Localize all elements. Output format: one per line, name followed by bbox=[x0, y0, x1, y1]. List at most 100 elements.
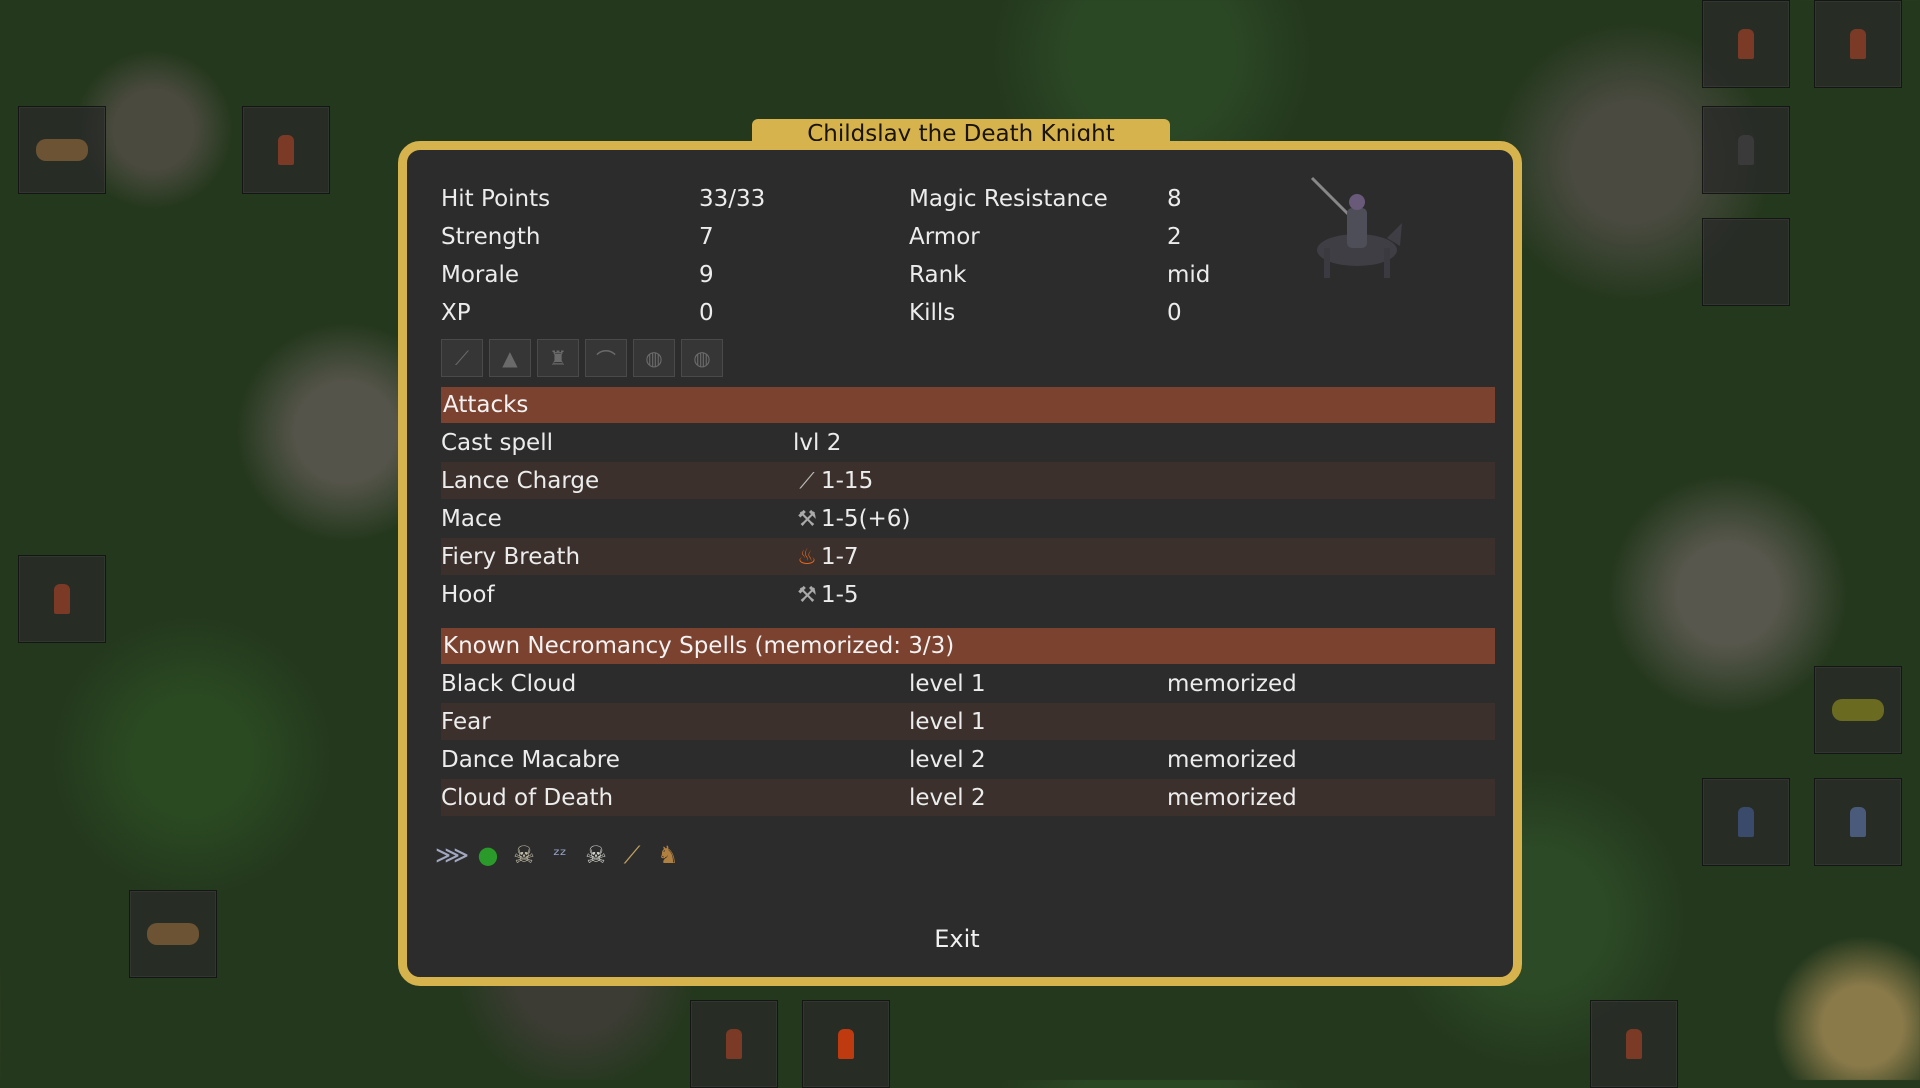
map-unit-tile[interactable] bbox=[1702, 106, 1790, 194]
spells-header-label: Known Necromancy Spells (memorized: 3/3) bbox=[443, 633, 955, 659]
map-unit-tile[interactable] bbox=[1814, 666, 1902, 754]
hit-points-value: 33/33 bbox=[699, 185, 766, 212]
attack-row[interactable]: Hoof ⚒ 1-5 bbox=[441, 576, 1495, 613]
map-unit-tile[interactable] bbox=[1814, 0, 1902, 88]
magic-resistance-label: Magic Resistance bbox=[909, 185, 1108, 212]
map-unit-tile[interactable] bbox=[802, 1000, 890, 1088]
attack-value-group: ⟋ 1-15 bbox=[793, 468, 873, 494]
attack-value-group: ♨ 1-7 bbox=[793, 543, 859, 570]
sleep-icon[interactable]: ᶻᶻ bbox=[545, 837, 575, 873]
spell-status: memorized bbox=[1167, 746, 1297, 773]
attack-value-group: ⚒ 1-5 bbox=[793, 581, 859, 608]
fire-icon: ♨ bbox=[797, 544, 817, 570]
strength-label: Strength bbox=[441, 223, 541, 250]
map-unit-tile[interactable] bbox=[1702, 0, 1790, 88]
exit-button[interactable]: Exit bbox=[907, 920, 1007, 958]
kills-value: 0 bbox=[1167, 299, 1182, 326]
spell-row[interactable]: Cloud of Death level 2 memorized bbox=[441, 779, 1495, 816]
spell-status: memorized bbox=[1167, 670, 1297, 697]
poison-drop-icon[interactable]: ● bbox=[473, 837, 503, 873]
map-unit-tile[interactable] bbox=[242, 106, 330, 194]
attack-name: Mace bbox=[441, 505, 502, 532]
soldier-unit-icon bbox=[1738, 29, 1754, 59]
boots-slot-icon[interactable]: ⌒ bbox=[585, 339, 627, 377]
armor-value: 2 bbox=[1167, 223, 1182, 250]
spell-row[interactable]: Black Cloud level 1 memorized bbox=[441, 665, 1495, 702]
attack-value: 1-7 bbox=[821, 543, 859, 570]
map-unit-tile[interactable] bbox=[1702, 778, 1790, 866]
soldier-unit-icon bbox=[278, 135, 294, 165]
map-unit-tile[interactable] bbox=[18, 555, 106, 643]
sword-slot-icon[interactable]: ⟋ bbox=[441, 339, 483, 377]
amulet-slot-icon[interactable]: ◍ bbox=[681, 339, 723, 377]
undead-skull-icon[interactable]: ☠ bbox=[581, 837, 611, 873]
soldier-unit-icon bbox=[726, 1029, 742, 1059]
attack-row[interactable]: Mace ⚒ 1-5(+6) bbox=[441, 500, 1495, 537]
spells-header: Known Necromancy Spells (memorized: 3/3) bbox=[441, 628, 1495, 664]
spell-name: Fear bbox=[441, 708, 491, 735]
attack-value: 1-5(+6) bbox=[821, 505, 911, 532]
kills-label: Kills bbox=[909, 299, 956, 326]
rank-label: Rank bbox=[909, 261, 967, 288]
spell-level: level 2 bbox=[909, 746, 986, 773]
attack-row[interactable]: Lance Charge ⟋ 1-15 bbox=[441, 462, 1495, 499]
attack-value: lvl 2 bbox=[793, 429, 842, 456]
horse-icon[interactable]: ♞ bbox=[653, 837, 683, 873]
attack-name: Lance Charge bbox=[441, 467, 600, 494]
attacks-header: Attacks bbox=[441, 387, 1495, 423]
rank-value: mid bbox=[1167, 261, 1211, 288]
attack-value: 1-15 bbox=[821, 467, 874, 494]
armor-label: Armor bbox=[909, 223, 980, 250]
spell-name: Dance Macabre bbox=[441, 746, 620, 773]
spell-name: Black Cloud bbox=[441, 670, 577, 697]
wings-icon[interactable]: ⋙ bbox=[435, 837, 469, 873]
attack-name: Hoof bbox=[441, 581, 495, 608]
helmet-slot-icon[interactable]: ▲ bbox=[489, 339, 531, 377]
map-unit-tile[interactable] bbox=[18, 106, 106, 194]
soldier-unit-icon bbox=[1850, 29, 1866, 59]
spell-level: level 2 bbox=[909, 784, 986, 811]
spell-row[interactable]: Fear level 1 bbox=[441, 703, 1495, 740]
knight-unit-icon bbox=[1738, 807, 1754, 837]
attack-row[interactable]: Fiery Breath ♨ 1-7 bbox=[441, 538, 1495, 575]
spell-row[interactable]: Dance Macabre level 2 memorized bbox=[441, 741, 1495, 778]
morale-label: Morale bbox=[441, 261, 520, 288]
spell-status: memorized bbox=[1167, 784, 1297, 811]
attack-name: Fiery Breath bbox=[441, 543, 581, 570]
soldier-unit-icon bbox=[1626, 1029, 1642, 1059]
beast-unit-icon bbox=[1832, 699, 1884, 721]
map-unit-tile[interactable] bbox=[1590, 1000, 1678, 1088]
attack-value-group: ⚒ 1-5(+6) bbox=[793, 506, 910, 532]
fire-unit-icon bbox=[838, 1029, 854, 1059]
attack-name: Cast spell bbox=[441, 429, 553, 456]
deer-unit-icon bbox=[147, 923, 199, 945]
morale-value: 9 bbox=[699, 261, 714, 288]
death-knight-portrait bbox=[1310, 176, 1402, 278]
attack-row[interactable]: Cast spell lvl 2 bbox=[441, 424, 1495, 461]
skull-icon[interactable]: ☠ bbox=[509, 837, 539, 873]
armor-slot-icon[interactable]: ♜ bbox=[537, 339, 579, 377]
map-unit-tile[interactable] bbox=[690, 1000, 778, 1088]
lance-icon[interactable]: ⟋ bbox=[617, 837, 647, 873]
hit-points-label: Hit Points bbox=[441, 185, 551, 212]
ring-slot-icon[interactable]: ◍ bbox=[633, 339, 675, 377]
spell-level: level 1 bbox=[909, 708, 986, 735]
attacks-header-label: Attacks bbox=[443, 392, 529, 418]
hoof-icon: ⚒ bbox=[797, 582, 817, 608]
spell-name: Cloud of Death bbox=[441, 784, 614, 811]
unit-info-panel: Hit Points 33/33 Magic Resistance 8 Stre… bbox=[398, 141, 1522, 986]
attack-value: 1-5 bbox=[821, 581, 859, 608]
soldier-unit-icon bbox=[1738, 135, 1754, 165]
strength-value: 7 bbox=[699, 223, 714, 250]
spell-level: level 1 bbox=[909, 670, 986, 697]
magic-resistance-value: 8 bbox=[1167, 185, 1182, 212]
soldier-unit-icon bbox=[54, 584, 70, 614]
mace-icon: ⚒ bbox=[797, 506, 817, 532]
map-unit-tile[interactable] bbox=[1702, 218, 1790, 306]
map-unit-tile[interactable] bbox=[1814, 778, 1902, 866]
map-unit-tile[interactable] bbox=[129, 890, 217, 978]
deer-unit-icon bbox=[36, 139, 88, 161]
soldier-unit-icon bbox=[1850, 807, 1866, 837]
lance-icon: ⟋ bbox=[799, 468, 815, 494]
xp-label: XP bbox=[441, 299, 471, 326]
